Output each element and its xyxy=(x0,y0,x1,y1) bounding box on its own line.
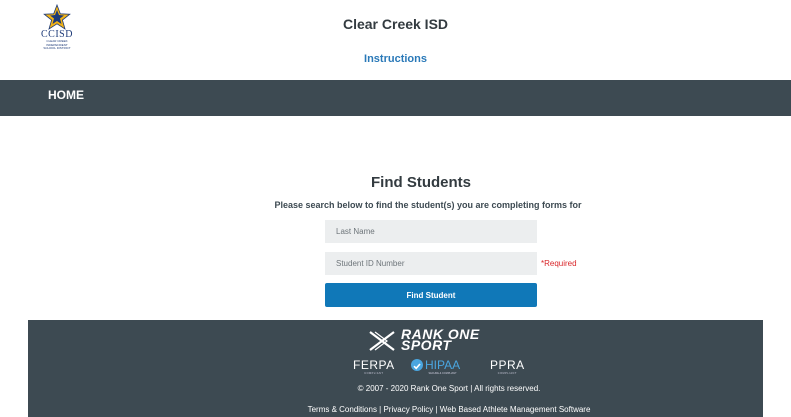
hipaa-label: HIPAA xyxy=(425,358,461,372)
top-navbar: HOME xyxy=(0,80,791,116)
instructions-link[interactable]: Instructions xyxy=(0,53,791,65)
required-note: *Required xyxy=(541,259,577,268)
site-title: Clear Creek ISD xyxy=(342,16,449,32)
student-id-input[interactable] xyxy=(325,252,537,275)
ppra-badge: PPRA COMPLIANT xyxy=(490,358,525,375)
ferpa-badge: FERPA COMPLIANT xyxy=(353,358,395,375)
footer: RANK ONE SPORT FERPA COMPLIANT HIPAA SEC… xyxy=(28,320,763,417)
last-name-input[interactable] xyxy=(325,220,537,243)
ppra-sub: COMPLIANT xyxy=(497,372,517,375)
find-student-button[interactable]: Find Student xyxy=(325,283,537,307)
copyright-text: © 2007 - 2020 Rank One Sport | All right… xyxy=(357,384,541,393)
page-title: Find Students xyxy=(371,174,471,191)
shield-check-icon xyxy=(411,359,423,371)
terms-link[interactable]: Terms & Conditions xyxy=(308,405,377,414)
nav-home-link[interactable]: HOME xyxy=(48,88,84,102)
search-description: Please search below to find the student(… xyxy=(274,200,582,210)
compliance-badges: FERPA COMPLIANT HIPAA SECURE & COMPLIANT… xyxy=(308,358,558,376)
rank-one-sport-logo[interactable]: RANK ONE SPORT xyxy=(368,326,492,356)
athlete-software-link[interactable]: Web Based Athlete Management Software xyxy=(440,405,591,414)
ferpa-label: FERPA xyxy=(353,358,395,372)
rank-one-mark-icon xyxy=(369,331,395,351)
hipaa-sub: SECURE & COMPLIANT xyxy=(428,372,457,375)
footer-links: Terms & Conditions | Privacy Policy | We… xyxy=(28,405,791,414)
ppra-label: PPRA xyxy=(490,358,525,372)
logo-subtitle-line: SCHOOL DISTRICT xyxy=(43,46,71,50)
ferpa-sub: COMPLIANT xyxy=(364,372,384,375)
privacy-link[interactable]: Privacy Policy xyxy=(383,405,433,414)
